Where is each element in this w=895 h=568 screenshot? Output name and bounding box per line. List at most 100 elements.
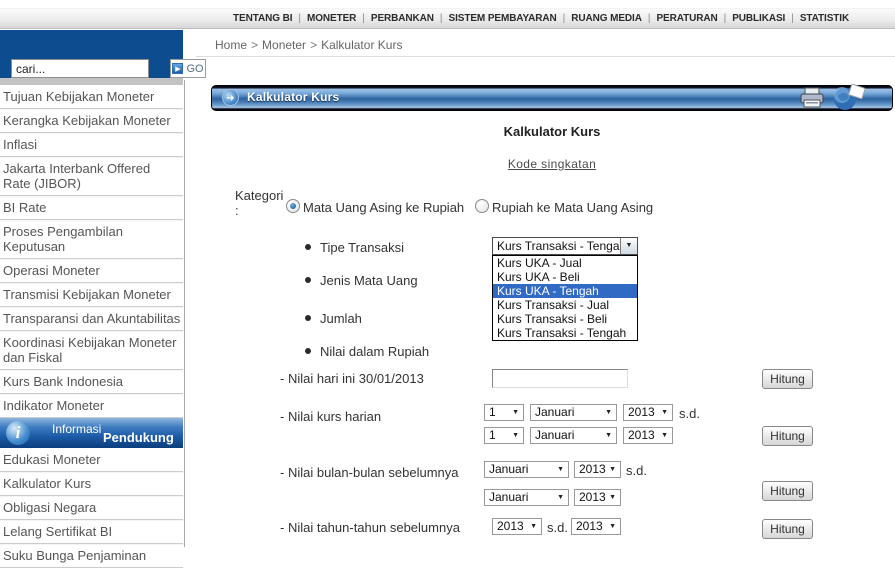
chevron-down-icon: ▼ [609, 523, 616, 530]
info-icon: i [6, 421, 30, 445]
nav-item-statistik[interactable]: STATISTIK [800, 13, 849, 24]
tahun-from-year-select[interactable]: 2013 ▼ [492, 518, 542, 535]
bulan-to-month-value: Januari [489, 490, 529, 504]
nav-item-publikasi[interactable]: PUBLIKASI [732, 13, 785, 24]
bullet-icon [305, 348, 311, 354]
breadcrumb-separator: > [251, 38, 259, 52]
chevron-down-icon[interactable]: ▼ [620, 238, 637, 254]
nav-item-moneter[interactable]: MONETER [307, 13, 356, 24]
bulan-to-year-select[interactable]: 2013 ▼ [574, 489, 621, 506]
sidebar-item-proses-pengambilan-keputusan[interactable]: Proses Pengambilan Keputusan [0, 220, 183, 259]
search-input[interactable] [11, 59, 149, 78]
harian-to-month-select[interactable]: Januari ▼ [530, 427, 617, 444]
tahun-to-year-select[interactable]: 2013 ▼ [571, 518, 621, 535]
radio-asing-ke-rupiah-label[interactable]: Mata Uang Asing ke Rupiah [303, 200, 464, 215]
dropdown-option-kurs-uka-tengah[interactable]: Kurs UKA - Tengah [493, 284, 637, 298]
dropdown-option-kurs-transaksi-tengah[interactable]: Kurs Transaksi - Tengah [493, 326, 637, 340]
chevron-down-icon: ▼ [512, 409, 519, 416]
bullet-icon [305, 277, 311, 283]
sidebar-item-kalkulator-kurs[interactable]: Kalkulator Kurs [0, 472, 183, 496]
kode-singkatan-link[interactable]: Kode singkatan [508, 157, 596, 171]
hitung-tahun-button[interactable]: Hitung [762, 519, 813, 539]
nilai-hari-ini-input[interactable] [492, 369, 628, 388]
sidebar-item-transmisi-kebijakan-moneter[interactable]: Transmisi Kebijakan Moneter [0, 283, 183, 307]
bulan-from-year-select[interactable]: 2013 ▼ [574, 461, 621, 478]
sidebar-item-edukasi-moneter[interactable]: Edukasi Moneter [0, 448, 183, 472]
chevron-down-icon: ▼ [605, 409, 612, 416]
bulan-from-month-select[interactable]: Januari ▼ [484, 461, 569, 478]
sidebar-item-inflasi[interactable]: Inflasi [0, 133, 183, 157]
sidebar-item-tujuan-kebijakan-moneter[interactable]: Tujuan Kebijakan Moneter [0, 85, 183, 109]
sidebar-item-bi-rate[interactable]: BI Rate [0, 196, 183, 220]
harian-from-day-value: 1 [489, 405, 496, 419]
hitung-bulan-button[interactable]: Hitung [762, 481, 813, 501]
sidebar-item-koordinasi-kebijakan-moneter-dan-fiskal[interactable]: Koordinasi Kebijakan Moneter dan Fiskal [0, 331, 183, 370]
go-button[interactable]: ▶ GO [170, 59, 206, 78]
chevron-down-icon: ▼ [530, 523, 537, 530]
sidebar-item-kerangka-kebijakan-moneter[interactable]: Kerangka Kebijakan Moneter [0, 109, 183, 133]
nilai-tahun-label: - Nilai tahun-tahun sebelumnya [280, 520, 460, 535]
sidebar-item-lelang-sertifikat-bi[interactable]: Lelang Sertifikat BI [0, 520, 183, 544]
shortcode-link-row: Kode singkatan [211, 155, 893, 173]
bullet-icon [305, 315, 311, 321]
harian-to-year-select[interactable]: 2013 ▼ [623, 427, 673, 444]
breadcrumb-moneter[interactable]: Moneter [262, 38, 306, 52]
harian-from-month-value: Januari [535, 405, 575, 419]
harian-from-day-select[interactable]: 1 ▼ [484, 404, 524, 421]
dropdown-option-kurs-transaksi-beli[interactable]: Kurs Transaksi - Beli [493, 312, 637, 326]
harian-to-day-select[interactable]: 1 ▼ [484, 427, 524, 444]
chevron-down-icon: ▼ [605, 432, 612, 439]
nav-item-peraturan[interactable]: PERATURAN [656, 13, 717, 24]
tipe-transaksi-select[interactable]: Kurs Transaksi - Tengah ▼ [492, 237, 638, 255]
dropdown-option-kurs-uka-beli[interactable]: Kurs UKA - Beli [493, 270, 637, 284]
nav-item-perbankan[interactable]: PERBANKAN [371, 13, 434, 24]
harian-from-month-select[interactable]: Januari ▼ [530, 404, 617, 421]
breadcrumb-home[interactable]: Home [215, 38, 247, 52]
harian-to-year-value: 2013 [628, 428, 655, 442]
sidebar-item-indikator-moneter[interactable]: Indikator Moneter [0, 394, 183, 418]
dropdown-option-kurs-transaksi-jual[interactable]: Kurs Transaksi - Jual [493, 298, 637, 312]
radio-rupiah-ke-asing[interactable] [475, 199, 489, 213]
sidebar-item-obligasi-negara[interactable]: Obligasi Negara [0, 496, 183, 520]
sidebar-item-jakarta-interbank-offered-rate-jibor-[interactable]: Jakarta Interbank Offered Rate (JIBOR) [0, 157, 183, 196]
nav-separator: | [562, 13, 566, 24]
nav-separator: | [791, 13, 794, 24]
chevron-down-icon: ▼ [557, 494, 564, 501]
nav-item-sistem-pembayaran[interactable]: SISTEM PEMBAYARAN [449, 13, 557, 24]
tipe-transaksi-select-value: Kurs Transaksi - Tengah [497, 239, 627, 253]
radio-rupiah-ke-asing-label[interactable]: Rupiah ke Mata Uang Asing [492, 200, 653, 215]
nav-separator: | [298, 13, 301, 24]
sidebar-item-transparansi-dan-akuntabilitas[interactable]: Transparansi dan Akuntabilitas [0, 307, 183, 331]
nilai-dalam-rupiah-label: Nilai dalam Rupiah [320, 344, 430, 359]
go-button-label: GO [186, 62, 204, 75]
sidebar-item-suku-bunga-penjaminan[interactable]: Suku Bunga Penjaminan [0, 544, 183, 568]
kategori-label: Kategori : [235, 188, 284, 218]
sidebar-item-operasi-moneter[interactable]: Operasi Moneter [0, 259, 183, 283]
jenis-mata-uang-label: Jenis Mata Uang [320, 273, 418, 288]
sidebar-item-kurs-bank-indonesia[interactable]: Kurs Bank Indonesia [0, 370, 183, 394]
chevron-down-icon: ▼ [609, 494, 616, 501]
page-title: Kalkulator Kurs [503, 124, 601, 139]
radio-asing-ke-rupiah[interactable] [286, 199, 300, 213]
tipe-transaksi-label: Tipe Transaksi [320, 240, 405, 255]
sidebar-vertical-border [184, 80, 185, 547]
tipe-transaksi-dropdown-list: Kurs UKA - Jual Kurs UKA - Beli Kurs UKA -… [492, 255, 638, 341]
print-icon[interactable] [799, 87, 825, 109]
harian-from-year-select[interactable]: 2013 ▼ [623, 404, 673, 421]
chevron-down-icon: ▼ [661, 409, 668, 416]
dropdown-option-kurs-uka-jual[interactable]: Kurs UKA - Jual [493, 256, 637, 270]
breadcrumb: Home > Moneter > Kalkulator Kurs [215, 38, 402, 52]
hitung-hari-ini-button[interactable]: Hitung [762, 369, 813, 389]
nav-item-ruang-media[interactable]: RUANG MEDIA [571, 13, 642, 24]
sidebar-section-header-informasi-pendukung: i Informasi Pendukung [0, 418, 183, 448]
sd-label: s.d. [679, 406, 700, 421]
share-globe-icon[interactable] [831, 84, 869, 111]
breadcrumb-divider [196, 56, 895, 57]
bulan-to-year-value: 2013 [579, 490, 606, 504]
nav-item-tentang-bi[interactable]: TENTANG BI [233, 13, 292, 24]
chevron-down-icon: ▼ [512, 432, 519, 439]
chevron-down-icon: ▼ [557, 466, 564, 473]
bulan-to-month-select[interactable]: Januari ▼ [484, 489, 569, 506]
sidebar-divider-strip [0, 78, 183, 85]
hitung-kurs-harian-button[interactable]: Hitung [762, 426, 813, 446]
